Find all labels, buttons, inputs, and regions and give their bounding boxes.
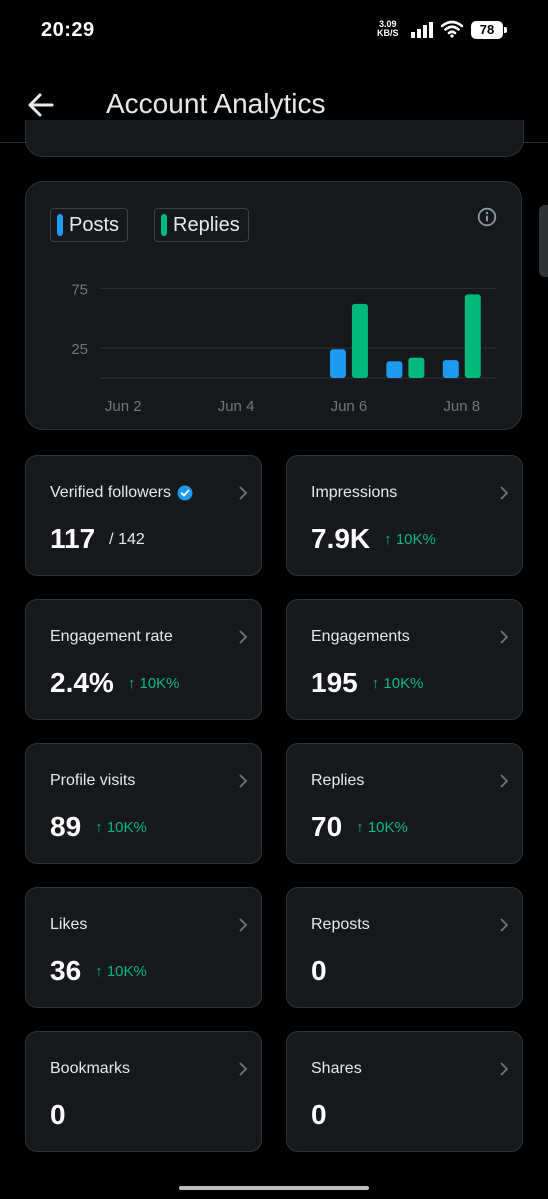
metric-value-text: 70 xyxy=(311,811,343,842)
status-bar: 20:29 3.09 KB/S 78 xyxy=(0,0,548,60)
legend-replies-swatch xyxy=(161,214,167,236)
bar-replies-jun-6 xyxy=(351,303,368,378)
metric-value: 117 / 142 xyxy=(50,523,145,555)
metric-label: Replies xyxy=(311,772,365,789)
chevron-right-icon xyxy=(500,486,509,500)
bar-posts-jun-8 xyxy=(442,360,459,378)
metric-value-text: 7.9K xyxy=(311,523,371,554)
x-tick-label: Jun 2 xyxy=(105,398,142,415)
metric-value-text: 36 xyxy=(50,955,82,986)
metric-shares[interactable]: Shares 0 xyxy=(286,1031,523,1152)
metric-engagement-rate[interactable]: Engagement rate 2.4% ↑ 10K% xyxy=(25,599,262,720)
x-tick-label: Jun 8 xyxy=(443,398,480,415)
chevron-right-icon xyxy=(239,774,248,788)
metric-value-text: 117 xyxy=(50,523,96,554)
legend-posts-swatch xyxy=(57,214,63,236)
metric-value: 195 ↑ 10K% xyxy=(311,667,423,699)
metric-bookmarks[interactable]: Bookmarks 0 xyxy=(25,1031,262,1152)
metric-label: Bookmarks xyxy=(50,1060,131,1077)
legend-replies[interactable]: Replies xyxy=(154,208,249,242)
wifi-icon xyxy=(441,20,463,38)
metric-label-text: Verified followers xyxy=(50,484,171,501)
metric-likes[interactable]: Likes 36 ↑ 10K% xyxy=(25,887,262,1008)
chevron-right-icon xyxy=(500,1062,509,1076)
metric-delta: ↑ 10K% xyxy=(356,819,408,836)
metric-value: 0 xyxy=(50,1099,66,1131)
bar-replies-jun-7 xyxy=(408,357,425,378)
metric-delta: ↑ 10K% xyxy=(384,531,436,548)
x-tick-label: Jun 6 xyxy=(331,398,368,415)
home-indicator[interactable] xyxy=(179,1186,369,1190)
metric-reposts[interactable]: Reposts 0 xyxy=(286,887,523,1008)
metric-delta: ↑ 10K% xyxy=(95,819,147,836)
bar-posts-jun-6 xyxy=(329,349,346,378)
metric-value: 7.9K ↑ 10K% xyxy=(311,523,436,555)
y-tick-label: 75 xyxy=(71,281,88,298)
legend-replies-label: Replies xyxy=(173,213,240,236)
bar-posts-jun-7 xyxy=(386,361,403,378)
metric-label: Engagement rate xyxy=(50,628,173,645)
metric-value: 2.4% ↑ 10K% xyxy=(50,667,180,699)
chevron-right-icon xyxy=(500,630,509,644)
metric-value-text: 0 xyxy=(311,955,327,986)
metric-value: 89 ↑ 10K% xyxy=(50,811,147,843)
metric-delta: ↑ 10K% xyxy=(127,675,180,692)
metric-label: Reposts xyxy=(311,916,370,933)
legend-posts[interactable]: Posts xyxy=(50,208,129,242)
metric-label: Verified followers xyxy=(50,484,193,502)
metric-value-text: 0 xyxy=(50,1099,66,1130)
network-speed-unit: KB/S xyxy=(377,28,399,38)
metric-delta: ↑ 10K% xyxy=(371,675,424,692)
metric-delta: ↑ 10K% xyxy=(95,963,147,980)
metric-value-text: 89 xyxy=(50,811,82,842)
legend-posts-label: Posts xyxy=(69,213,120,236)
chevron-right-icon xyxy=(239,486,248,500)
signal-icon xyxy=(411,22,433,38)
previous-card-edge xyxy=(25,120,524,157)
metric-value: 70 ↑ 10K% xyxy=(311,811,408,843)
info-icon[interactable] xyxy=(477,207,497,227)
page-title: Account Analytics xyxy=(106,88,326,119)
metric-engagements[interactable]: Engagements 195 ↑ 10K% xyxy=(286,599,523,720)
verified-badge-icon xyxy=(177,485,193,501)
chevron-right-icon xyxy=(239,630,248,644)
metric-label: Impressions xyxy=(311,484,398,501)
metric-value-text: 2.4% xyxy=(50,667,114,698)
metric-verified-followers[interactable]: Verified followers 117 / 142 xyxy=(25,455,262,576)
metric-value: 0 xyxy=(311,955,327,987)
battery-icon: 78 xyxy=(471,21,507,39)
y-tick-label: 25 xyxy=(71,341,88,358)
back-arrow-icon[interactable] xyxy=(26,90,56,120)
metric-profile-visits[interactable]: Profile visits 89 ↑ 10K% xyxy=(25,743,262,864)
chevron-right-icon xyxy=(500,774,509,788)
metric-label: Engagements xyxy=(311,628,410,645)
metric-label: Profile visits xyxy=(50,772,136,789)
metric-value: 0 xyxy=(311,1099,327,1131)
chevron-right-icon xyxy=(500,918,509,932)
bar-replies-jun-8 xyxy=(464,294,481,378)
metric-sub: / 142 xyxy=(109,531,145,548)
metric-value: 36 ↑ 10K% xyxy=(50,955,147,987)
metric-impressions[interactable]: Impressions 7.9K ↑ 10K% xyxy=(286,455,523,576)
metric-label: Likes xyxy=(50,916,88,933)
side-scroll-handle[interactable] xyxy=(539,205,548,277)
chart-card: 75 25 Jun 2 Jun 4 Jun 6 Jun 8 Posts Replies xyxy=(25,181,522,430)
x-tick-label: Jun 4 xyxy=(218,398,255,415)
chevron-right-icon xyxy=(239,918,248,932)
status-time: 20:29 xyxy=(41,19,95,41)
network-speed: 3.09 KB/S xyxy=(377,20,399,38)
chevron-right-icon xyxy=(239,1062,248,1076)
metric-value-text: 0 xyxy=(311,1099,327,1130)
metric-value-text: 195 xyxy=(311,667,358,698)
metric-replies[interactable]: Replies 70 ↑ 10K% xyxy=(286,743,523,864)
metric-label: Shares xyxy=(311,1060,362,1077)
